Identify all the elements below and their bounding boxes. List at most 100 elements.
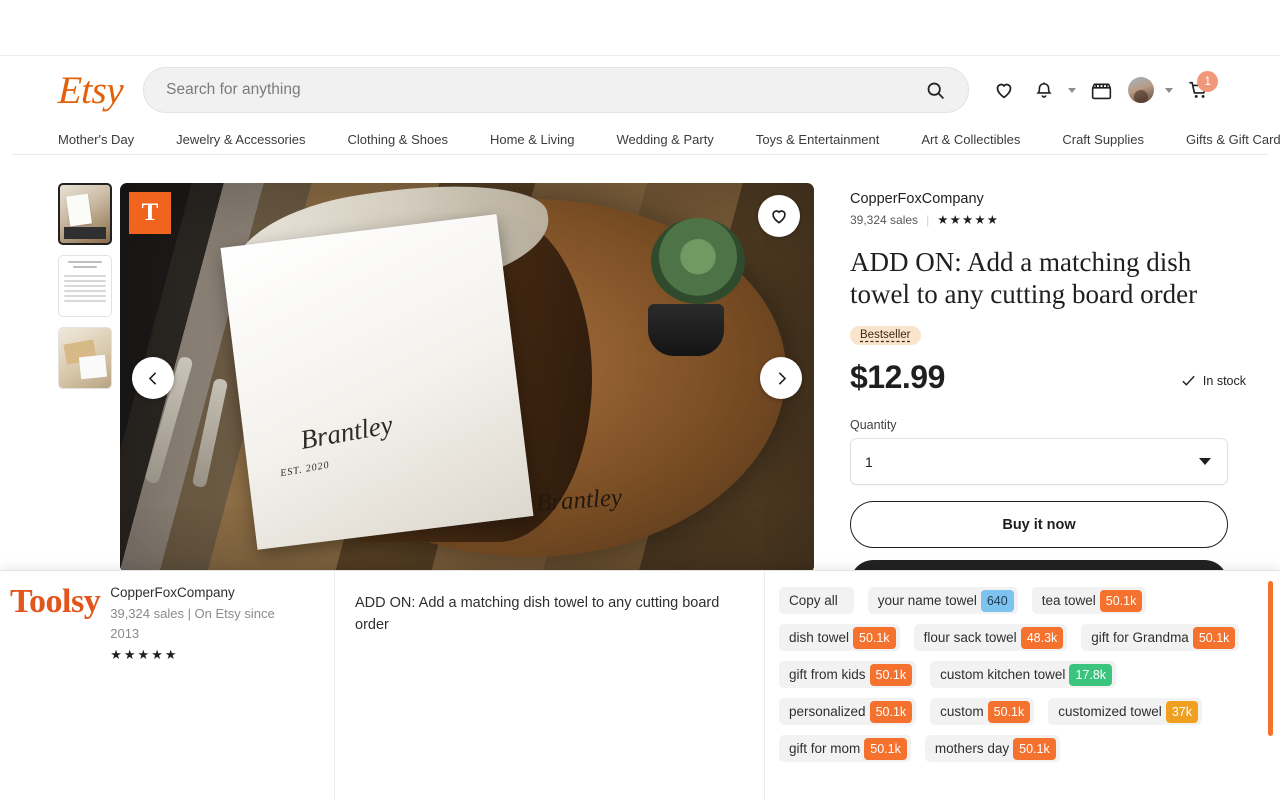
- tag-label: custom: [940, 704, 984, 719]
- tag-count-badge: 37k: [1165, 700, 1198, 723]
- toolsy-shop-name[interactable]: CopperFoxCompany: [110, 585, 285, 600]
- shop-meta-row: 39,324 sales | ★★★★★: [850, 212, 1246, 228]
- buy-it-now-button[interactable]: Buy it now: [850, 501, 1228, 549]
- shop-rating-stars[interactable]: ★★★★★: [937, 212, 999, 227]
- nav-item-toys-entertainment[interactable]: Toys & Entertainment: [756, 132, 880, 147]
- tag-label: flour sack towel: [923, 630, 1017, 645]
- bell-icon: [1034, 80, 1054, 100]
- chevron-right-icon: [773, 370, 790, 387]
- shop-manager-button[interactable]: [1084, 73, 1118, 107]
- toolsy-shop-meta: 39,324 sales | On Etsy since 2013: [110, 606, 275, 641]
- toolsy-extension-panel: Toolsy CopperFoxCompany 39,324 sales | O…: [0, 570, 1280, 800]
- notifications-chevron-down-icon[interactable]: [1068, 87, 1077, 93]
- copy-all-label: Copy all: [789, 593, 838, 608]
- copy-all-button[interactable]: Copy all: [779, 587, 854, 614]
- thumbnail-2-text-lines: [64, 261, 106, 311]
- etsy-logo[interactable]: Etsy: [57, 69, 124, 112]
- carousel-next-button[interactable]: [760, 357, 802, 399]
- tag-item[interactable]: custom 50.1k: [930, 698, 1035, 725]
- nav-item-mothers-day[interactable]: Mother's Day: [58, 132, 134, 147]
- heart-icon: [993, 79, 1015, 101]
- avatar: [1128, 77, 1155, 103]
- meta-divider: |: [926, 212, 930, 227]
- tag-item[interactable]: custom kitchen towel 17.8k: [930, 661, 1117, 688]
- thumbnail-2[interactable]: [58, 255, 112, 317]
- product-image-carousel[interactable]: Brantley EST. 2020 Brantley T: [120, 183, 814, 573]
- product-photo-dish-towel: [220, 214, 534, 550]
- product-photo-planter: [647, 303, 724, 356]
- chevron-left-icon: [145, 370, 162, 387]
- tag-item[interactable]: gift for mom 50.1k: [779, 735, 911, 762]
- tag-item[interactable]: dish towel 50.1k: [779, 624, 900, 651]
- tag-label: dish towel: [789, 630, 850, 645]
- carousel-prev-button[interactable]: [132, 357, 174, 399]
- account-chevron-down-icon[interactable]: [1165, 87, 1174, 93]
- account-button[interactable]: [1124, 73, 1158, 107]
- toolsy-tags-scrollbar[interactable]: [1268, 581, 1273, 736]
- tag-count-badge: 50.1k: [1013, 737, 1056, 760]
- nav-item-wedding-party[interactable]: Wedding & Party: [617, 132, 714, 147]
- shop-sales-count: 39,324 sales: [850, 212, 919, 227]
- header-icon-group: 1: [987, 71, 1219, 107]
- tag-label: your name towel: [877, 593, 977, 608]
- shop-name-link[interactable]: CopperFoxCompany: [850, 191, 1246, 207]
- nav-item-gifts-gift-cards[interactable]: Gifts & Gift Cards: [1186, 132, 1280, 147]
- thumbnail-3[interactable]: [58, 327, 112, 389]
- tag-count-badge: 50.1k: [864, 737, 907, 760]
- thumbnail-1[interactable]: [58, 183, 112, 245]
- cart-button[interactable]: 1: [1181, 71, 1219, 107]
- thumbnail-strip: [58, 183, 114, 575]
- toolsy-overlay-badge[interactable]: T: [129, 192, 171, 234]
- toolsy-shop-stars: ★★★★★: [110, 647, 179, 662]
- tag-item[interactable]: mothers day 50.1k: [924, 735, 1060, 762]
- nav-item-craft-supplies[interactable]: Craft Supplies: [1062, 132, 1144, 147]
- category-nav: Mother's Day Jewelry & Accessories Cloth…: [0, 124, 1280, 154]
- product-details-panel: CopperFoxCompany 39,324 sales | ★★★★★ AD…: [814, 183, 1256, 575]
- favorites-button[interactable]: [987, 73, 1021, 107]
- tag-count-badge: 17.8k: [1069, 663, 1113, 686]
- tag-item[interactable]: flour sack towel 48.3k: [913, 624, 1068, 651]
- price-row: $12.99 In stock: [850, 359, 1246, 396]
- nav-item-clothing[interactable]: Clothing & Shoes: [348, 132, 448, 147]
- tag-label: gift from kids: [789, 667, 866, 682]
- tag-label: customized towel: [1058, 704, 1162, 719]
- cart-count-badge: 1: [1197, 71, 1219, 92]
- search-bar[interactable]: [143, 67, 970, 113]
- browser-chrome-strip: [0, 0, 1280, 56]
- nav-item-home-living[interactable]: Home & Living: [490, 132, 575, 147]
- quantity-value: 1: [865, 453, 873, 470]
- page-title: ADD ON: Add a matching dish towel to any…: [850, 247, 1198, 309]
- tag-label: gift for mom: [789, 741, 861, 756]
- toolsy-logo: Toolsy: [10, 583, 101, 620]
- toolsy-tag-list: Copy all your name towel 640 tea towel 50.…: [779, 587, 1258, 762]
- tag-item[interactable]: personalized 50.1k: [779, 698, 917, 725]
- tag-count-badge: 50.1k: [1099, 589, 1143, 612]
- nav-item-jewelry[interactable]: Jewelry & Accessories: [176, 132, 305, 147]
- heart-icon: [769, 206, 789, 226]
- tag-label: personalized: [789, 704, 866, 719]
- tag-item[interactable]: customized towel 37k: [1048, 698, 1202, 725]
- status-badge-bestseller[interactable]: Bestseller: [850, 326, 921, 346]
- tag-item[interactable]: gift from kids 50.1k: [779, 661, 917, 688]
- favorite-listing-button[interactable]: [758, 195, 800, 237]
- tag-item[interactable]: gift for Grandma 50.1k: [1081, 624, 1240, 651]
- tag-label: gift for Grandma: [1091, 630, 1189, 645]
- tag-item[interactable]: your name towel 640: [867, 587, 1018, 614]
- tag-item[interactable]: tea towel 50.1k: [1031, 587, 1147, 614]
- stock-status-label: In stock: [1202, 373, 1246, 388]
- tag-count-badge: 50.1k: [869, 663, 913, 686]
- search-button[interactable]: [920, 75, 950, 105]
- check-icon: [1180, 372, 1197, 389]
- header-top-row: Etsy Search for anything 1: [0, 56, 1280, 124]
- product-price: $12.99: [850, 359, 945, 396]
- toolsy-shop-column: Toolsy CopperFoxCompany 39,324 sales | O…: [0, 571, 335, 800]
- tag-count-badge: 50.1k: [869, 700, 913, 723]
- notifications-button[interactable]: [1027, 73, 1061, 107]
- tag-label: mothers day: [934, 741, 1010, 756]
- tag-count-badge: 50.1k: [987, 700, 1031, 723]
- search-input[interactable]: [166, 81, 921, 99]
- nav-item-art-collectibles[interactable]: Art & Collectibles: [921, 132, 1020, 147]
- quantity-label: Quantity: [850, 418, 897, 433]
- quantity-select[interactable]: 1: [850, 438, 1228, 486]
- toolsy-tags-column: Copy all your name towel 640 tea towel 50.…: [765, 571, 1280, 800]
